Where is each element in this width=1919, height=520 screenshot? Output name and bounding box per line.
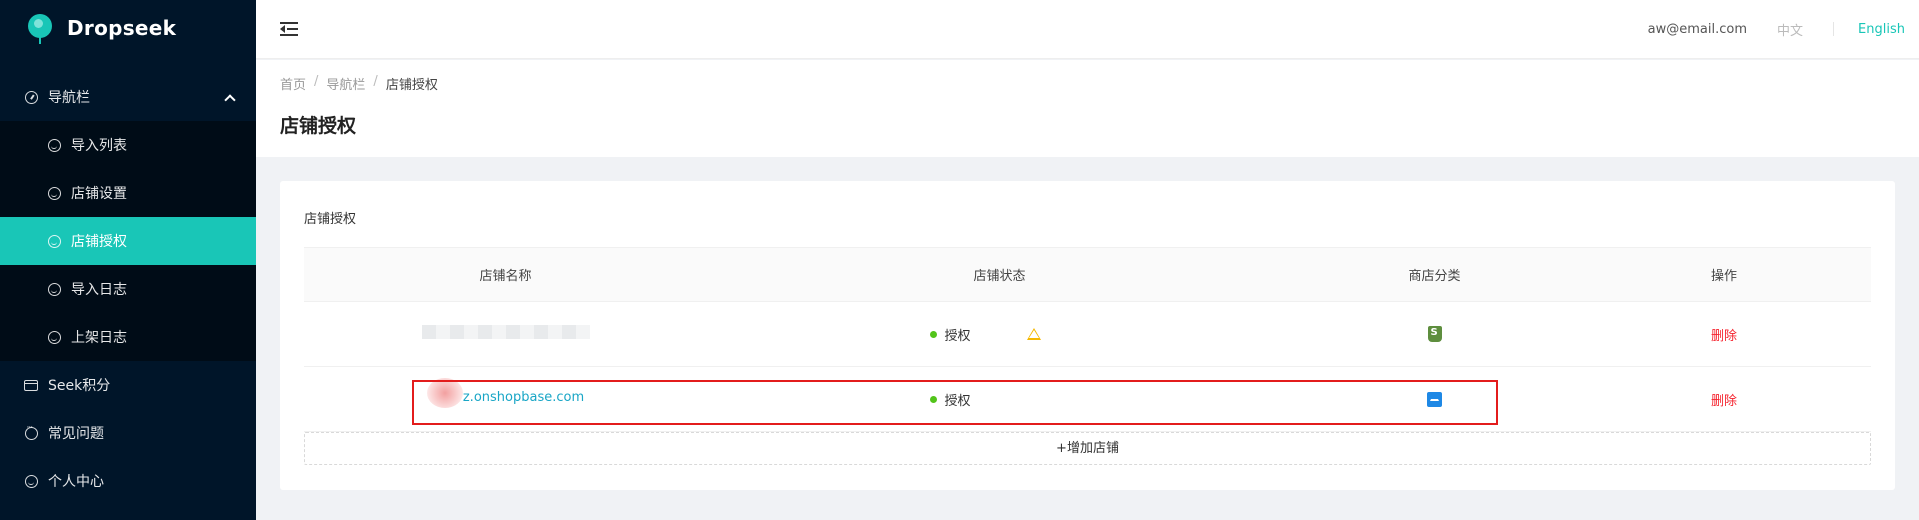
warning-icon[interactable] bbox=[1026, 328, 1041, 340]
sidebar-item-label: 常见问题 bbox=[48, 426, 104, 442]
table-header: 店铺名称 店铺状态 商店分类 操作 bbox=[304, 247, 1871, 302]
sidebar-group-nav[interactable]: 导航栏 bbox=[0, 73, 256, 121]
card-title: 店铺授权 bbox=[304, 212, 357, 227]
page-title: 店铺授权 bbox=[280, 115, 357, 137]
sidebar-item-label: 店铺设置 bbox=[71, 186, 127, 202]
smile-icon bbox=[47, 282, 61, 296]
dashboard-icon bbox=[24, 90, 38, 104]
breadcrumb-separator: / bbox=[314, 74, 319, 89]
breadcrumb-nav[interactable]: 导航栏 bbox=[326, 74, 365, 93]
page-header: 首页 / 导航栏 / 店铺授权 店铺授权 bbox=[256, 60, 1919, 157]
sidebar-item-store-auth[interactable]: 店铺授权 bbox=[0, 217, 256, 265]
store-name-cell bbox=[304, 325, 707, 343]
smile-icon bbox=[47, 138, 61, 152]
sidebar-item-import-log[interactable]: 导入日志 bbox=[0, 265, 256, 313]
store-auth-card: 店铺授权 店铺名称 店铺状态 商店分类 操作 授权 删除 bbox=[280, 181, 1895, 490]
sidebar-item-label: 上架日志 bbox=[71, 330, 127, 346]
smile-icon bbox=[47, 330, 61, 344]
logo[interactable]: Dropseek bbox=[0, 0, 256, 56]
sidebar-item-label: 导入列表 bbox=[71, 138, 127, 154]
sidebar-item-store-settings[interactable]: 店铺设置 bbox=[0, 169, 256, 217]
chat-icon bbox=[24, 423, 38, 440]
breadcrumb-separator: / bbox=[373, 74, 378, 89]
lang-en-button[interactable]: English bbox=[1858, 22, 1905, 37]
success-dot-icon bbox=[929, 330, 937, 338]
highlight-annotation bbox=[412, 380, 1498, 425]
add-store-button[interactable]: +增加店铺 bbox=[304, 432, 1871, 465]
delete-button[interactable]: 删除 bbox=[1711, 394, 1737, 409]
breadcrumb: 首页 / 导航栏 / 店铺授权 bbox=[280, 74, 1919, 93]
sidebar-item-label: 店铺授权 bbox=[71, 234, 127, 250]
column-header-store-name: 店铺名称 bbox=[479, 269, 532, 284]
user-smile-icon bbox=[24, 474, 38, 488]
delete-button[interactable]: 删除 bbox=[1711, 329, 1737, 344]
shopify-icon bbox=[1427, 326, 1442, 342]
sidebar-item-seek-points[interactable]: Seek积分 bbox=[0, 361, 256, 409]
chevron-up-icon bbox=[224, 93, 236, 106]
sidebar-item-label: 个人中心 bbox=[48, 474, 104, 490]
status-cell: 授权 bbox=[707, 325, 1292, 344]
sidebar-item-listing-log[interactable]: 上架日志 bbox=[0, 313, 256, 361]
sidebar-group-label: 导航栏 bbox=[48, 90, 90, 106]
sidebar-item-import-list[interactable]: 导入列表 bbox=[0, 121, 256, 169]
sidebar-item-profile[interactable]: 个人中心 bbox=[0, 457, 256, 505]
user-email[interactable]: aw@email.com bbox=[1648, 22, 1747, 37]
column-header-actions: 操作 bbox=[1710, 269, 1737, 284]
sidebar-item-label: Seek积分 bbox=[48, 378, 111, 394]
status-text: 授权 bbox=[944, 328, 971, 344]
smile-icon bbox=[47, 186, 61, 200]
app-name: Dropseek bbox=[67, 16, 177, 40]
breadcrumb-home[interactable]: 首页 bbox=[280, 74, 306, 93]
table-row: 授权 删除 bbox=[304, 302, 1871, 367]
action-cell: 删除 bbox=[1577, 325, 1871, 344]
sidebar-menu: 导航栏 导入列表 店铺设置 店铺授权 导入日志 上架日志 Seek积分 ··· … bbox=[0, 73, 256, 505]
sidebar-submenu: 导入列表 店铺设置 店铺授权 导入日志 上架日志 bbox=[0, 121, 256, 361]
card-icon bbox=[24, 378, 38, 392]
redacted-store-name[interactable] bbox=[421, 325, 590, 339]
column-header-status: 店铺状态 bbox=[973, 269, 1026, 284]
lang-zh-button[interactable]: 中文 bbox=[1777, 20, 1803, 39]
menu-fold-icon[interactable] bbox=[280, 21, 298, 37]
category-cell bbox=[1292, 326, 1577, 342]
sidebar: Dropseek 导航栏 导入列表 店铺设置 店铺授权 导入日志 上架日志 Se… bbox=[0, 0, 256, 520]
action-cell: 删除 bbox=[1577, 390, 1871, 409]
column-header-category: 商店分类 bbox=[1408, 269, 1461, 284]
sidebar-item-label: 导入日志 bbox=[71, 282, 127, 298]
header-right: aw@email.com 中文 English bbox=[1648, 20, 1919, 39]
divider bbox=[1833, 22, 1835, 36]
top-header: aw@email.com 中文 English bbox=[256, 0, 1919, 59]
smile-icon bbox=[47, 234, 61, 248]
sidebar-item-faq[interactable]: 常见问题 bbox=[0, 409, 256, 457]
balloon-logo-icon bbox=[26, 14, 54, 44]
breadcrumb-current: 店铺授权 bbox=[385, 78, 438, 93]
